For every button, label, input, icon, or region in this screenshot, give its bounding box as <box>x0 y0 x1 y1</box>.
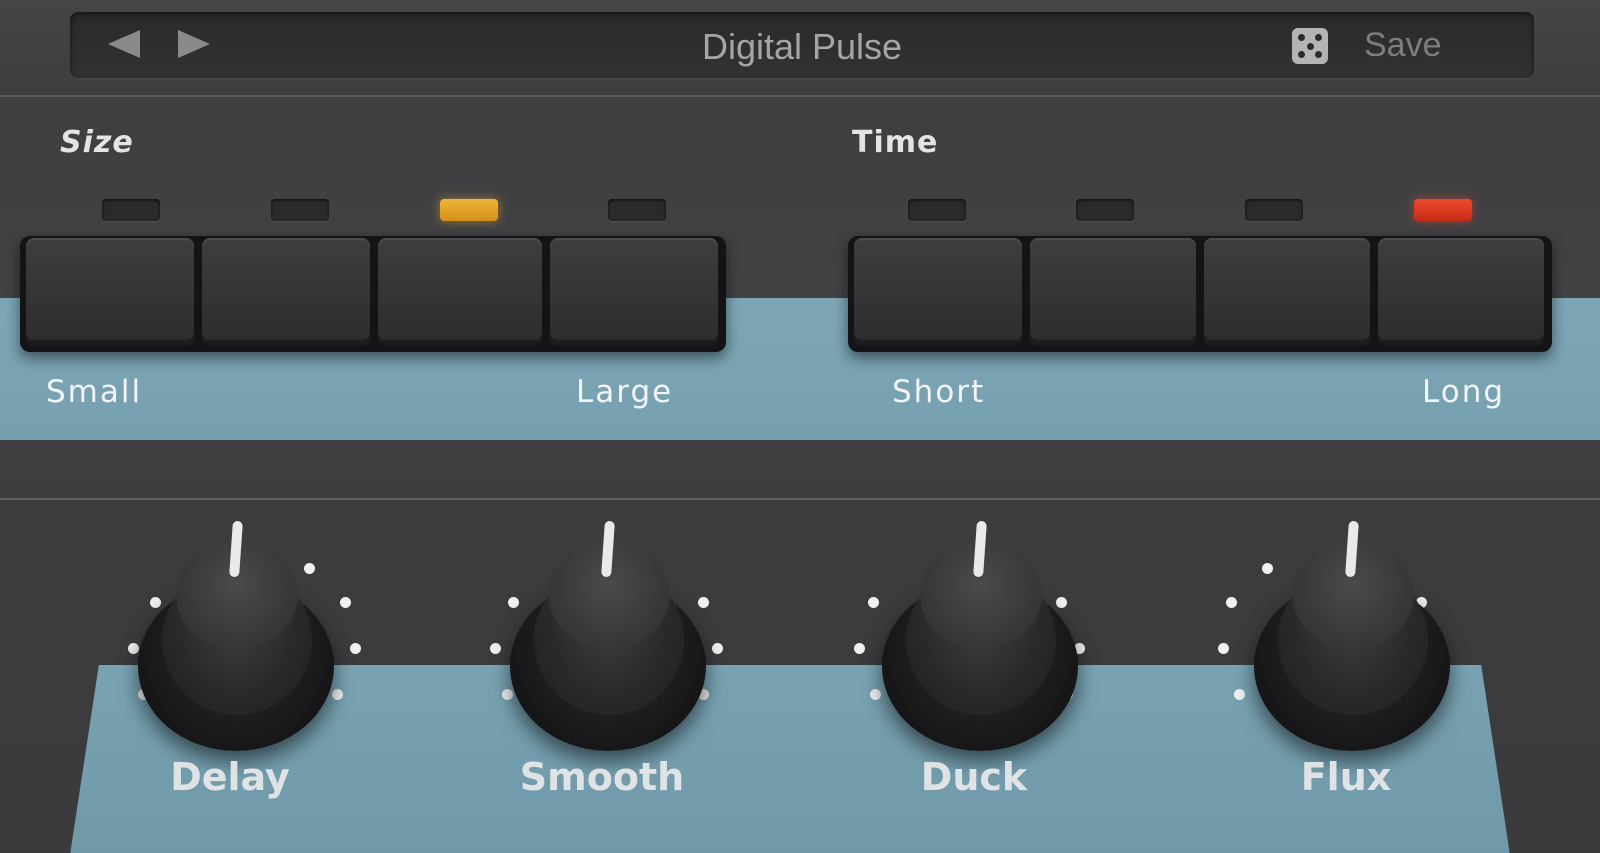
size-min-label: Small <box>46 374 143 410</box>
smooth-knob-label: Smooth <box>519 755 685 799</box>
time-step-button-4[interactable] <box>1378 238 1544 346</box>
size-led-4 <box>608 199 666 221</box>
duck-scale-dot <box>868 597 879 608</box>
delay-scale-dot <box>128 643 139 654</box>
size-step-button-3[interactable] <box>378 238 542 346</box>
save-button[interactable]: Save <box>1364 26 1442 65</box>
delay-knob-label: Delay <box>170 755 290 799</box>
duck-knob-label: Duck <box>920 755 1028 799</box>
flux-scale-dot <box>1262 563 1273 574</box>
size-step-button-1[interactable] <box>26 238 194 346</box>
duck-scale-dot <box>1056 597 1067 608</box>
smooth-knob-unit: Smooth <box>482 515 723 845</box>
flux-knob-label: Flux <box>1300 755 1392 799</box>
time-led-2 <box>1076 199 1134 221</box>
random-preset-dice-icon[interactable] <box>1292 28 1328 64</box>
smooth-scale-dot <box>508 597 519 608</box>
time-step-button-3[interactable] <box>1204 238 1370 346</box>
duck-scale-dot <box>854 643 865 654</box>
size-led-1 <box>102 199 160 221</box>
delay-scale-dot <box>350 643 361 654</box>
size-step-button-2[interactable] <box>202 238 370 346</box>
duck-scale-dot <box>870 689 881 700</box>
preset-header: Digital Pulse Save <box>0 0 1600 97</box>
time-max-label: Long <box>1422 374 1506 410</box>
flux-scale-dot <box>1226 597 1237 608</box>
time-step-button-1[interactable] <box>854 238 1022 346</box>
time-button-row <box>848 236 1552 352</box>
smooth-scale-dot <box>712 643 723 654</box>
size-group-label: Size <box>60 125 134 160</box>
time-led-1 <box>908 199 966 221</box>
flux-scale-dot <box>1218 643 1229 654</box>
delay-scale-dot <box>340 597 351 608</box>
smooth-scale-dot <box>698 597 709 608</box>
time-group-label: Time <box>852 125 939 160</box>
delay-scale-dot <box>150 597 161 608</box>
size-button-row <box>20 236 726 352</box>
size-max-label: Large <box>576 374 674 410</box>
time-led-3 <box>1245 199 1303 221</box>
size-led-3-active <box>440 199 498 221</box>
smooth-scale-dot <box>502 689 513 700</box>
flux-scale-dot <box>1234 689 1245 700</box>
size-led-2 <box>271 199 329 221</box>
smooth-scale-dot <box>490 643 501 654</box>
preset-bar: Digital Pulse Save <box>70 12 1534 78</box>
flux-knob-unit: Flux <box>1218 515 1466 845</box>
time-step-button-2[interactable] <box>1030 238 1196 346</box>
time-led-4-active <box>1414 199 1472 221</box>
delay-knob-unit: Delay <box>110 515 361 845</box>
delay-scale-dot <box>332 689 343 700</box>
section-divider <box>0 498 1600 500</box>
time-min-label: Short <box>892 374 986 410</box>
delay-scale-dot <box>304 563 315 574</box>
effect-plugin-panel: Digital Pulse Save Size Small Large Time <box>0 0 1600 853</box>
duck-knob-unit: Duck <box>854 515 1094 845</box>
size-step-button-4[interactable] <box>550 238 718 346</box>
